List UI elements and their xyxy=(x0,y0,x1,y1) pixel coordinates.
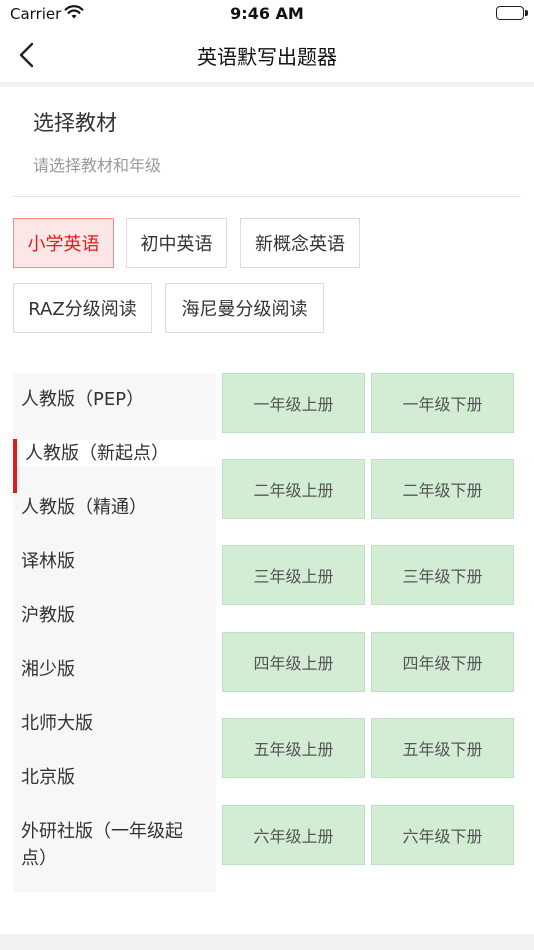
edition-item[interactable]: 北京版 xyxy=(13,764,216,791)
section-subtitle: 请选择教材和年级 xyxy=(33,156,162,175)
edition-item-active[interactable]: 人教版（新起点） xyxy=(13,439,216,493)
edition-label: 外研社版（一年级起点） xyxy=(21,821,183,869)
grade-button[interactable]: 六年级下册 xyxy=(371,805,514,865)
edition-label: 人教版（新起点） xyxy=(25,443,169,464)
edition-label: 沪教版 xyxy=(21,605,75,626)
category-chip-primary[interactable]: 小学英语 xyxy=(13,218,114,268)
grade-button[interactable]: 二年级上册 xyxy=(222,459,365,519)
edition-item[interactable]: 人教版（PEP） xyxy=(13,386,216,413)
page-title: 英语默写出题器 xyxy=(197,45,337,69)
section-header: 选择教材 请选择教材和年级 xyxy=(13,87,521,197)
nav-bar: 英语默写出题器 xyxy=(0,28,534,82)
battery-icon xyxy=(496,6,528,20)
grade-button[interactable]: 一年级上册 xyxy=(222,373,365,433)
grade-button[interactable]: 四年级下册 xyxy=(371,632,514,692)
edition-item[interactable]: 人教版（精通） xyxy=(13,494,216,521)
edition-label: 北师大版 xyxy=(21,713,93,734)
edition-label: 译林版 xyxy=(21,551,75,572)
grade-button[interactable]: 六年级上册 xyxy=(222,805,365,865)
grade-button[interactable]: 四年级上册 xyxy=(222,632,365,692)
edition-item[interactable]: 译林版 xyxy=(13,548,216,575)
edition-sidebar: 人教版（PEP） 人教版（新起点） 人教版（精通） 译林版 沪教版 湘少版 北师… xyxy=(13,373,216,892)
grade-button[interactable]: 五年级下册 xyxy=(371,718,514,778)
grade-button[interactable]: 一年级下册 xyxy=(371,373,514,433)
status-bar: Carrier 9:46 AM xyxy=(0,0,534,28)
grade-button[interactable]: 五年级上册 xyxy=(222,718,365,778)
active-indicator xyxy=(13,439,17,493)
category-chip-new-concept[interactable]: 新概念英语 xyxy=(240,218,360,268)
edition-item[interactable]: 北师大版 xyxy=(13,710,216,737)
grade-button[interactable]: 三年级上册 xyxy=(222,545,365,605)
category-chip-junior[interactable]: 初中英语 xyxy=(126,218,227,268)
edition-item[interactable]: 沪教版 xyxy=(13,602,216,629)
grade-button[interactable]: 三年级下册 xyxy=(371,545,514,605)
edition-label: 人教版（精通） xyxy=(21,497,147,518)
edition-label: 湘少版 xyxy=(21,659,75,680)
section-title: 选择教材 xyxy=(33,111,117,135)
edition-label: 人教版（PEP） xyxy=(21,389,145,410)
status-time: 9:46 AM xyxy=(230,4,304,23)
edition-label: 北京版 xyxy=(21,767,75,788)
category-chip-raz[interactable]: RAZ分级阅读 xyxy=(13,283,152,333)
edition-item[interactable]: 湘少版 xyxy=(13,656,216,683)
category-chip-heinemann[interactable]: 海尼曼分级阅读 xyxy=(165,283,324,333)
edition-item[interactable]: 外研社版（一年级起点） xyxy=(13,818,216,872)
bottom-divider xyxy=(0,934,534,950)
grade-button[interactable]: 二年级下册 xyxy=(371,459,514,519)
